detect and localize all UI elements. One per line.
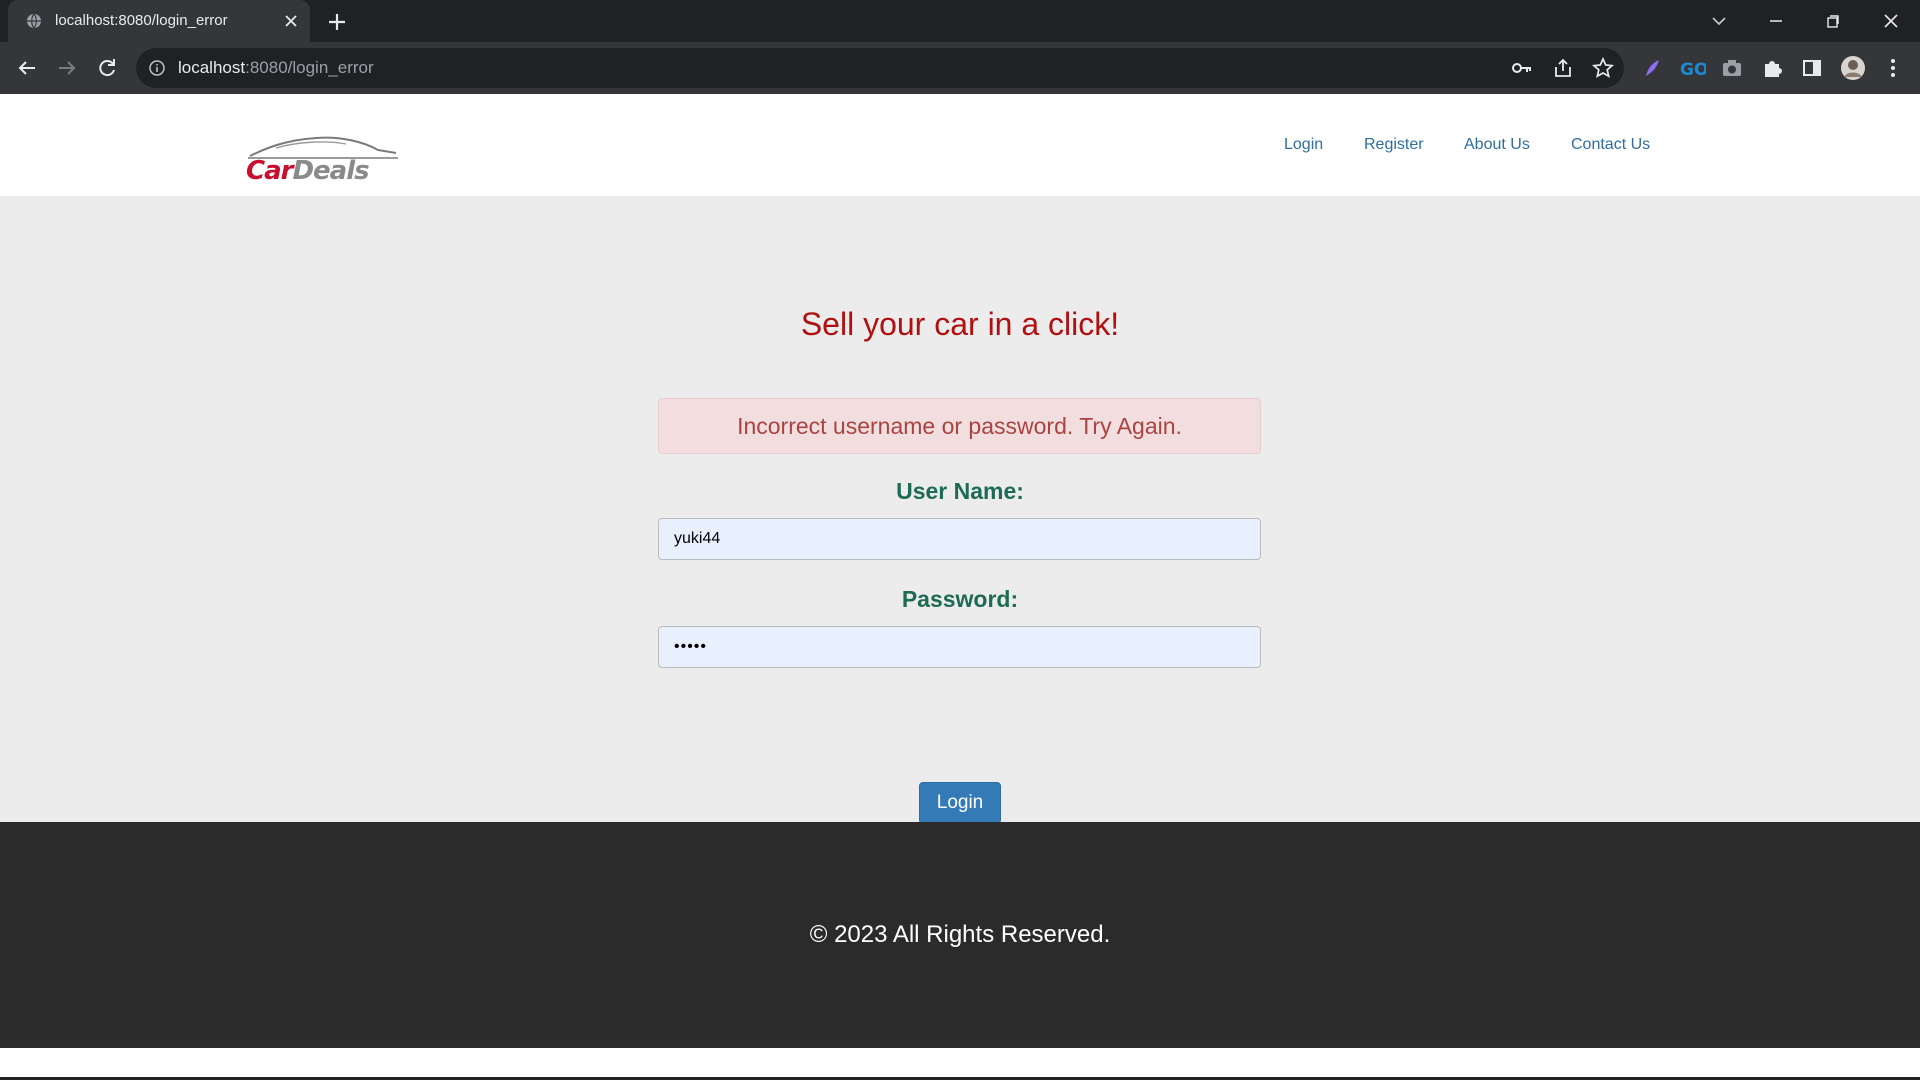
key-icon[interactable]	[1510, 56, 1534, 80]
copyright-text: © 2023 All Rights Reserved.	[809, 921, 1111, 948]
site-header: CarDeals Login Register About Us Contact…	[0, 94, 1920, 196]
nav-contact-us-link[interactable]: Contact Us	[1571, 136, 1650, 154]
restore-icon[interactable]	[1820, 8, 1846, 34]
share-icon[interactable]	[1551, 56, 1575, 80]
login-section: Sell your car in a click! Incorrect user…	[0, 196, 1920, 824]
globe-icon	[27, 13, 41, 29]
tab-title: localhost:8080/login_error	[55, 12, 228, 29]
url-text: localhost:8080/login_error	[178, 58, 374, 78]
page-bottom-strip	[0, 1048, 1920, 1080]
extension-feather-icon[interactable]	[1638, 54, 1666, 82]
browser-tab-strip: localhost:8080/login_error	[0, 0, 1920, 42]
logo-deals-text: Deals	[292, 156, 369, 186]
profile-avatar-icon[interactable]	[1839, 54, 1867, 82]
nav-about-us-link[interactable]: About Us	[1464, 136, 1530, 154]
nav-login-link[interactable]: Login	[1284, 136, 1323, 154]
svg-text:GO: GO	[1680, 60, 1706, 80]
url-host: localhost	[178, 58, 246, 77]
side-panel-icon[interactable]	[1798, 54, 1826, 82]
browser-tab[interactable]: localhost:8080/login_error	[8, 0, 310, 42]
logo-text: CarDeals	[246, 156, 370, 186]
nav-register-link[interactable]: Register	[1364, 136, 1424, 154]
new-tab-icon[interactable]	[325, 10, 349, 34]
password-label: Password:	[901, 586, 1019, 612]
url-path: :8080/login_error	[245, 58, 374, 77]
camera-icon[interactable]	[1718, 54, 1746, 82]
page-headline: Sell your car in a click!	[800, 306, 1120, 342]
login-error-alert: Incorrect username or password. Try Agai…	[658, 398, 1261, 454]
login-button[interactable]: Login	[919, 782, 1001, 824]
minimize-icon[interactable]	[1763, 8, 1789, 34]
extensions-puzzle-icon[interactable]	[1758, 54, 1786, 82]
username-input[interactable]	[658, 518, 1261, 560]
tab-search-icon[interactable]	[1706, 8, 1732, 34]
site-info-icon[interactable]	[148, 59, 166, 77]
address-bar[interactable]: localhost:8080/login_error	[136, 48, 1624, 88]
more-menu-icon[interactable]	[1879, 54, 1907, 82]
close-window-icon[interactable]	[1878, 8, 1904, 34]
site-footer: © 2023 All Rights Reserved.	[0, 822, 1920, 1048]
bookmark-star-icon[interactable]	[1591, 56, 1615, 80]
browser-toolbar: localhost:8080/login_error GO	[0, 42, 1920, 94]
close-tab-icon[interactable]	[281, 11, 301, 31]
web-page: CarDeals Login Register About Us Contact…	[0, 94, 1920, 1048]
password-input[interactable]	[658, 626, 1261, 668]
back-icon[interactable]	[13, 54, 41, 82]
forward-icon[interactable]	[53, 54, 81, 82]
reload-icon[interactable]	[93, 54, 121, 82]
username-label: User Name:	[896, 478, 1024, 504]
extension-go-icon[interactable]: GO	[1678, 54, 1706, 82]
logo-car-text: Car	[246, 156, 293, 186]
cardeals-logo[interactable]: CarDeals	[246, 130, 402, 186]
